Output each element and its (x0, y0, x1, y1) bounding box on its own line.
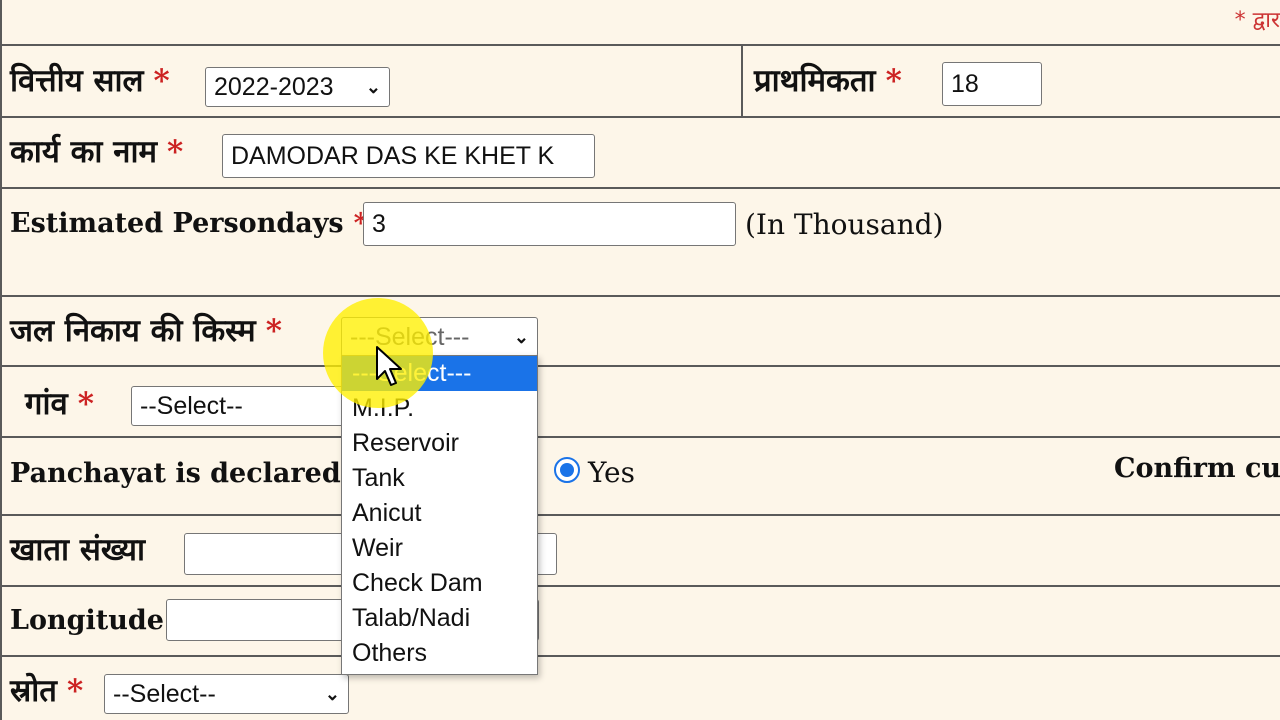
row-divider (0, 585, 1280, 587)
source-select[interactable]: --Select-- ⌄ (104, 674, 349, 714)
row-divider (0, 295, 1280, 297)
work-name-input[interactable]: DAMODAR DAS KE KHET K (222, 134, 595, 178)
dropdown-option[interactable]: Anicut (342, 496, 537, 531)
chevron-down-icon: ⌄ (513, 326, 529, 347)
account-number-label: खाता संख्या (10, 532, 145, 568)
water-body-type-select[interactable]: ---Select--- ⌄ (341, 317, 538, 357)
water-body-type-dropdown[interactable]: ---Select--- M.I.P. Reservoir Tank Anicu… (341, 355, 538, 675)
priority-label: प्राथमिकता * (754, 63, 902, 99)
row-divider (0, 514, 1280, 516)
row-divider (0, 116, 1280, 118)
financial-year-label: वित्तीय साल * (10, 63, 170, 99)
work-name-label: कार्य का नाम * (10, 134, 184, 170)
required-fields-note: * द्वार (1234, 8, 1280, 33)
panchayat-label: Panchayat is declared f (10, 458, 362, 489)
dropdown-option[interactable]: Weir (342, 531, 537, 566)
water-body-type-label: जल निकाय की किस्म * (10, 313, 282, 349)
yes-radio-label: Yes (588, 456, 635, 489)
persondays-input[interactable]: 3 (363, 202, 736, 246)
financial-year-select[interactable]: 2022-2023 ⌄ (205, 67, 390, 107)
dropdown-option[interactable]: ---Select--- (342, 356, 537, 391)
dropdown-option[interactable]: Check Dam (342, 566, 537, 601)
row-divider (0, 365, 1280, 367)
priority-input[interactable]: 18 (942, 62, 1042, 106)
chevron-down-icon: ⌄ (365, 76, 381, 97)
dropdown-option[interactable]: Reservoir (342, 426, 537, 461)
dropdown-option[interactable]: Others (342, 636, 537, 671)
dropdown-option[interactable]: Tank (342, 461, 537, 496)
source-label: स्रोत * (10, 673, 84, 709)
row-divider (0, 655, 1280, 657)
dropdown-option[interactable]: M.I.P. (342, 391, 537, 426)
persondays-label: Estimated Persondays * (10, 208, 368, 239)
column-divider (741, 44, 743, 116)
chevron-down-icon: ⌄ (324, 683, 340, 704)
radio-checked-icon[interactable] (554, 457, 580, 483)
confirm-label: Confirm cu (1114, 453, 1280, 484)
persondays-unit: (In Thousand) (745, 208, 944, 241)
longitude-label: Longitude (10, 605, 164, 636)
row-divider (0, 436, 1280, 438)
table-left-border (0, 0, 2, 720)
village-select[interactable]: --Select-- (131, 386, 361, 426)
village-label: गांव * (25, 386, 94, 422)
row-divider (0, 44, 1280, 46)
dropdown-option[interactable]: Talab/Nadi (342, 601, 537, 636)
row-divider (0, 187, 1280, 189)
